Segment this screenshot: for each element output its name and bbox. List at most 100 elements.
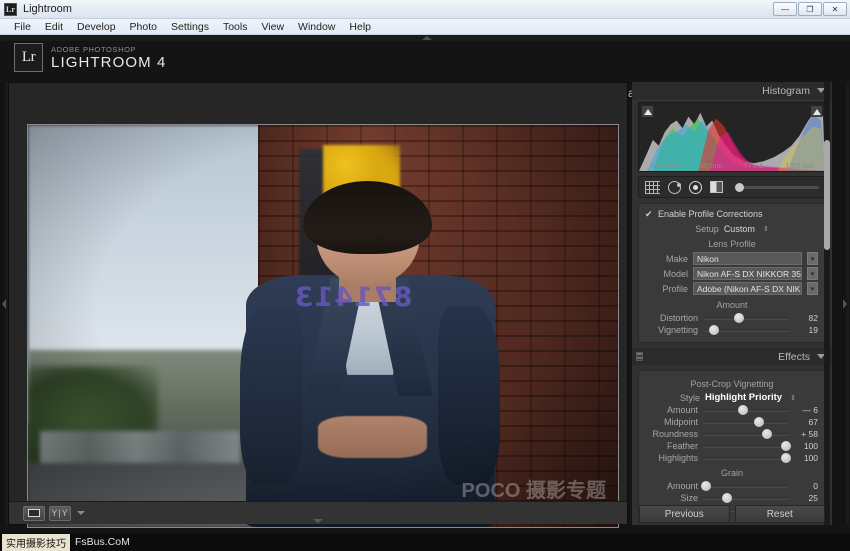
previous-button[interactable]: Previous (639, 505, 730, 523)
identity-plate[interactable]: Lr ADOBE PHOTOSHOP LIGHTROOM 4 (14, 43, 166, 72)
pcv-roundness-slider-thumb[interactable] (761, 429, 772, 439)
pcv-amount-slider-thumb[interactable] (738, 405, 749, 415)
distortion-slider-thumb[interactable] (734, 313, 745, 323)
model-combobox[interactable]: Nikon AF-S DX NIKKOR 35mm... (693, 267, 802, 280)
menu-view[interactable]: View (254, 20, 291, 34)
pcv-amount-slider[interactable] (703, 405, 789, 415)
effects-panel-switch-icon[interactable] (636, 352, 643, 361)
left-panel-collapse-arrow[interactable] (1, 82, 8, 525)
reset-button[interactable]: Reset (734, 505, 825, 523)
lightroom-workspace: Lr ADOBE PHOTOSHOP LIGHTROOM 4 Library |… (0, 35, 850, 533)
menu-settings[interactable]: Settings (164, 20, 216, 34)
grain-amount-value[interactable]: 0 (794, 481, 818, 491)
menu-tools[interactable]: Tools (216, 20, 255, 34)
distortion-slider[interactable] (703, 313, 789, 323)
pcv-highlights-slider-thumb[interactable] (780, 453, 791, 463)
grain-size-slider-row: Size 25 (639, 492, 825, 504)
enable-profile-corrections-row[interactable]: ✔ Enable Profile Corrections (639, 208, 825, 223)
post-crop-vignetting-subtitle: Post-Crop Vignetting (690, 379, 774, 389)
identity-subtitle: ADOBE PHOTOSHOP (51, 44, 137, 54)
menu-develop[interactable]: Develop (70, 20, 123, 34)
status-badge: 实用摄影技巧 (2, 533, 70, 551)
red-eye-icon[interactable] (689, 180, 702, 194)
before-after-view-button[interactable]: Y|Y (49, 505, 71, 521)
status-bar: 实用摄影技巧 FsBus.CoM (0, 533, 850, 551)
profile-combobox[interactable]: Adobe (Nikon AF-S DX NIKKO... (693, 282, 802, 295)
model-dropdown-icon[interactable]: ▾ (807, 267, 818, 280)
top-panel-collapse-arrow[interactable] (0, 35, 850, 41)
spot-removal-icon[interactable] (668, 180, 681, 194)
amount-subtitle: Amount (716, 300, 748, 310)
menubar: File Edit Develop Photo Settings Tools V… (0, 19, 850, 35)
setup-row[interactable]: Setup Custom ⇕ (639, 223, 825, 235)
shadow-clipping-indicator[interactable] (642, 106, 653, 117)
photo-frame[interactable]: 871413 POCO 摄影专题 http://photo.poco.cn/ (27, 124, 619, 528)
vignetting-slider-row: Vignetting 19 (639, 324, 825, 336)
highlight-clipping-indicator[interactable] (811, 106, 822, 117)
stepper-icon[interactable]: ⇕ (763, 225, 769, 233)
photo-preview[interactable]: 871413 POCO 摄影专题 http://photo.poco.cn/ (28, 125, 618, 527)
vignetting-slider-thumb[interactable] (709, 325, 720, 335)
close-button[interactable]: ✕ (823, 2, 847, 16)
window-titlebar: Lr Lightroom — ❐ ✕ (0, 0, 850, 19)
graduated-filter-icon[interactable] (710, 181, 723, 193)
pcv-midpoint-slider-row: Midpoint 67 (639, 416, 825, 428)
histogram-graph[interactable]: ISO 640 35 mm f / 2.5 1/50 sec (638, 102, 826, 172)
profile-dropdown-icon[interactable]: ▾ (807, 282, 818, 295)
pcv-amount-value[interactable]: — 6 (794, 405, 818, 415)
filmstrip-collapse-arrow[interactable] (313, 519, 323, 523)
pcv-midpoint-label: Midpoint (663, 417, 698, 427)
grain-size-value[interactable]: 25 (794, 493, 818, 503)
lightroom-application-window: Lr Lightroom — ❐ ✕ File Edit Develop Pho… (0, 0, 850, 551)
menu-edit[interactable]: Edit (38, 20, 70, 34)
loupe-view-button[interactable] (23, 505, 45, 521)
tool-size-slider[interactable] (735, 182, 819, 192)
pcv-feather-slider-thumb[interactable] (780, 441, 791, 451)
make-row: Make Nikon ▾ (639, 251, 825, 266)
histogram-panel-header[interactable]: Histogram (632, 82, 832, 99)
maximize-button[interactable]: ❐ (798, 2, 822, 16)
menu-window[interactable]: Window (291, 20, 342, 34)
menu-help[interactable]: Help (342, 20, 378, 34)
grain-size-label: Size (680, 493, 698, 503)
menu-file[interactable]: File (7, 20, 38, 34)
vignetting-slider[interactable] (703, 325, 789, 335)
make-dropdown-icon[interactable]: ▾ (807, 252, 818, 265)
grain-size-slider-thumb[interactable] (722, 493, 733, 503)
pcv-midpoint-slider-thumb[interactable] (753, 417, 764, 427)
right-panel-scrollbar-thumb[interactable] (824, 140, 830, 250)
pcv-midpoint-slider[interactable] (703, 417, 789, 427)
effects-panel-header[interactable]: Effects (632, 348, 832, 365)
exif-focal-length: 35 mm (699, 161, 723, 170)
pcv-feather-slider[interactable] (703, 441, 791, 451)
menu-photo[interactable]: Photo (123, 20, 164, 34)
crop-overlay-icon[interactable] (645, 180, 660, 194)
exif-shutter-speed: 1/50 sec (785, 161, 814, 170)
chevron-right-icon (843, 298, 847, 309)
setup-value[interactable]: Custom (724, 224, 755, 234)
pcv-midpoint-value[interactable]: 67 (794, 417, 818, 427)
distortion-value[interactable]: 82 (794, 313, 818, 323)
grain-amount-slider-thumb[interactable] (701, 481, 712, 491)
pcv-roundness-value[interactable]: + 58 (794, 429, 818, 439)
vignetting-value[interactable]: 19 (794, 325, 818, 335)
tool-size-slider-thumb[interactable] (735, 182, 744, 192)
right-panel-collapse-arrow[interactable] (842, 82, 849, 525)
make-combobox[interactable]: Nikon (693, 252, 802, 265)
stepper-icon[interactable]: ⇕ (790, 394, 796, 402)
checkbox-checked-icon[interactable]: ✔ (645, 210, 653, 219)
photo-subject-hair (302, 181, 433, 254)
grain-amount-slider[interactable] (701, 481, 789, 491)
style-value[interactable]: Highlight Priority (705, 392, 782, 403)
chevron-down-icon[interactable] (77, 511, 85, 515)
pcv-feather-value[interactable]: 100 (794, 441, 818, 451)
pcv-highlights-slider[interactable] (703, 453, 791, 463)
pcv-highlights-value[interactable]: 100 (794, 453, 818, 463)
lightroom-logo-badge: Lr (14, 43, 43, 72)
pcv-roundness-slider[interactable] (703, 429, 789, 439)
identity-title: LIGHTROOM 4 (51, 53, 167, 71)
minimize-button[interactable]: — (773, 2, 797, 16)
make-label: Make (665, 253, 688, 264)
grain-size-slider[interactable] (703, 493, 789, 503)
vignetting-label: Vignetting (658, 325, 698, 335)
